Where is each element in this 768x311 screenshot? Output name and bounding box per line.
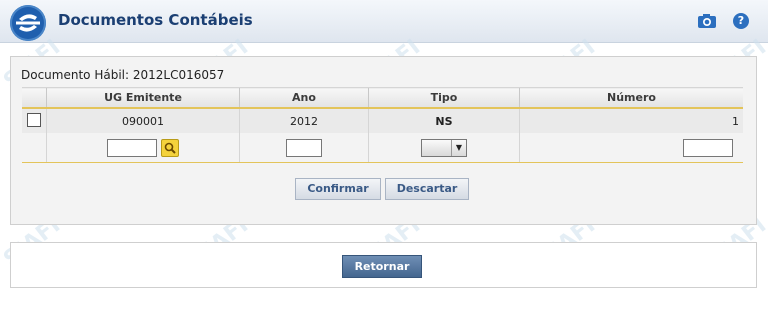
camera-icon[interactable]: [697, 13, 717, 33]
row-checkbox[interactable]: [27, 112, 41, 127]
cell-ano: 2012: [239, 108, 369, 133]
column-header-numero: Número: [519, 87, 743, 109]
table-input-row: ▼: [22, 133, 743, 163]
cell-tipo: NS: [368, 108, 520, 133]
document-label: Documento Hábil: 2012LC016057: [21, 68, 225, 82]
ug-emitente-input-cell: [46, 133, 240, 163]
numero-input[interactable]: [683, 138, 733, 157]
table-header-row: UG Emitente Ano Tipo Número: [22, 87, 743, 109]
actions-panel: Retornar: [10, 242, 757, 288]
chevron-down-icon: ▼: [451, 139, 466, 156]
discard-button[interactable]: Descartar: [385, 178, 469, 200]
row-select-cell: [22, 108, 47, 133]
help-icon[interactable]: ?: [733, 13, 749, 29]
document-panel: Documento Hábil: 2012LC016057 UG Emitent…: [10, 56, 757, 225]
table-row: 090001 2012 NS 1: [22, 108, 743, 133]
cell-numero: 1: [519, 108, 743, 133]
cell-ug-emitente: 090001: [46, 108, 240, 133]
tipo-select[interactable]: ▼: [421, 138, 467, 157]
column-header-tipo: Tipo: [368, 87, 520, 109]
tipo-select-cell: ▼: [368, 133, 520, 163]
page-title: Documentos Contábeis: [58, 11, 253, 29]
search-icon[interactable]: [161, 138, 179, 157]
return-button[interactable]: Retornar: [342, 255, 422, 278]
column-header-ano: Ano: [239, 87, 369, 109]
numero-input-cell: [519, 133, 743, 163]
input-row-empty-cell: [22, 133, 47, 163]
confirm-button[interactable]: Confirmar: [295, 178, 381, 200]
siafi-logo-icon: [10, 5, 46, 41]
header-bar: Documentos Contábeis ?: [0, 0, 768, 43]
ug-emitente-input[interactable]: [107, 138, 157, 157]
documents-table: UG Emitente Ano Tipo Número 090001 2012 …: [22, 87, 743, 163]
ano-input-cell: [239, 133, 369, 163]
column-header-select: [22, 87, 47, 109]
ano-input[interactable]: [286, 138, 322, 157]
column-header-ug-emitente: UG Emitente: [46, 87, 240, 109]
